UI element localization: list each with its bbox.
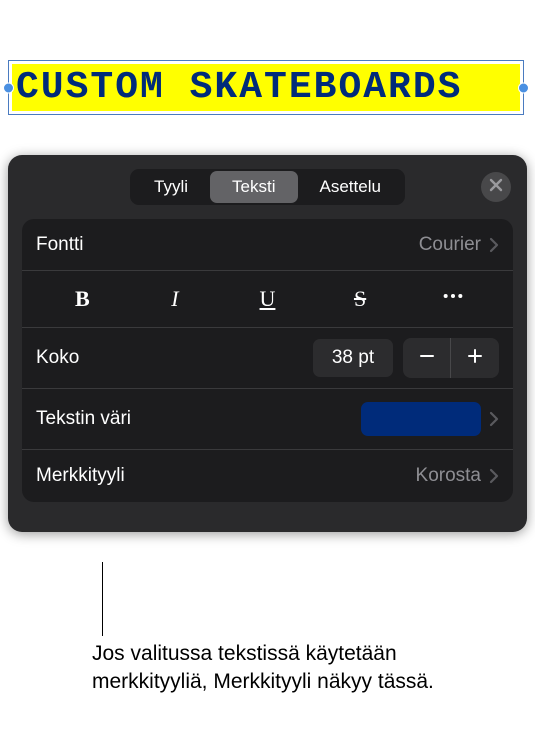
italic-button[interactable]: I bbox=[129, 281, 222, 317]
underline-button[interactable]: U bbox=[221, 281, 314, 317]
chevron-right-icon bbox=[489, 468, 499, 484]
character-style-label: Merkkityyli bbox=[36, 465, 125, 487]
size-row: Koko bbox=[22, 328, 513, 389]
strikethrough-button[interactable]: S bbox=[314, 281, 407, 317]
canvas-area: CUSTOM SKATEBOARDS bbox=[0, 0, 535, 145]
font-value: Courier bbox=[419, 234, 481, 256]
underline-icon: U bbox=[260, 286, 276, 312]
close-button[interactable] bbox=[481, 172, 511, 202]
more-icon bbox=[442, 285, 464, 313]
selected-text[interactable]: CUSTOM SKATEBOARDS bbox=[12, 64, 520, 111]
character-style-row[interactable]: Merkkityyli Korosta bbox=[22, 450, 513, 502]
format-buttons-row: B I U S bbox=[22, 271, 513, 328]
tab-style[interactable]: Tyyli bbox=[132, 171, 210, 203]
minus-icon bbox=[418, 344, 436, 372]
plus-icon bbox=[466, 344, 484, 372]
size-increase-button[interactable] bbox=[451, 338, 499, 378]
panel-header: Tyyli Teksti Asettelu bbox=[8, 155, 527, 219]
panel-tabs: Tyyli Teksti Asettelu bbox=[130, 169, 405, 205]
character-style-value: Korosta bbox=[416, 465, 481, 487]
text-color-row[interactable]: Tekstin väri bbox=[22, 389, 513, 450]
callout-text: Jos valitussa tekstissä käytetään merkki… bbox=[92, 640, 492, 697]
resize-handle-right[interactable] bbox=[518, 82, 529, 93]
strikethrough-icon: S bbox=[354, 286, 366, 312]
size-decrease-button[interactable] bbox=[403, 338, 451, 378]
font-label: Fontti bbox=[36, 234, 84, 256]
text-section: Fontti Courier B I U S bbox=[22, 219, 513, 502]
tab-layout[interactable]: Asettelu bbox=[298, 171, 403, 203]
resize-handle-left[interactable] bbox=[3, 82, 14, 93]
more-format-button[interactable] bbox=[406, 281, 499, 317]
close-icon bbox=[489, 178, 503, 197]
format-panel: Tyyli Teksti Asettelu Fontti Courier B I bbox=[8, 155, 527, 532]
bold-icon: B bbox=[75, 286, 90, 312]
bold-button[interactable]: B bbox=[36, 281, 129, 317]
text-color-swatch[interactable] bbox=[361, 402, 481, 436]
size-input[interactable] bbox=[313, 339, 393, 377]
font-row[interactable]: Fontti Courier bbox=[22, 219, 513, 271]
size-label: Koko bbox=[36, 347, 79, 369]
chevron-right-icon bbox=[489, 411, 499, 427]
italic-icon: I bbox=[171, 286, 178, 312]
chevron-right-icon bbox=[489, 237, 499, 253]
tab-text[interactable]: Teksti bbox=[210, 171, 297, 203]
size-stepper bbox=[403, 338, 499, 378]
text-color-label: Tekstin väri bbox=[36, 408, 131, 430]
selected-text-box[interactable]: CUSTOM SKATEBOARDS bbox=[8, 60, 524, 115]
callout-line bbox=[102, 562, 103, 636]
